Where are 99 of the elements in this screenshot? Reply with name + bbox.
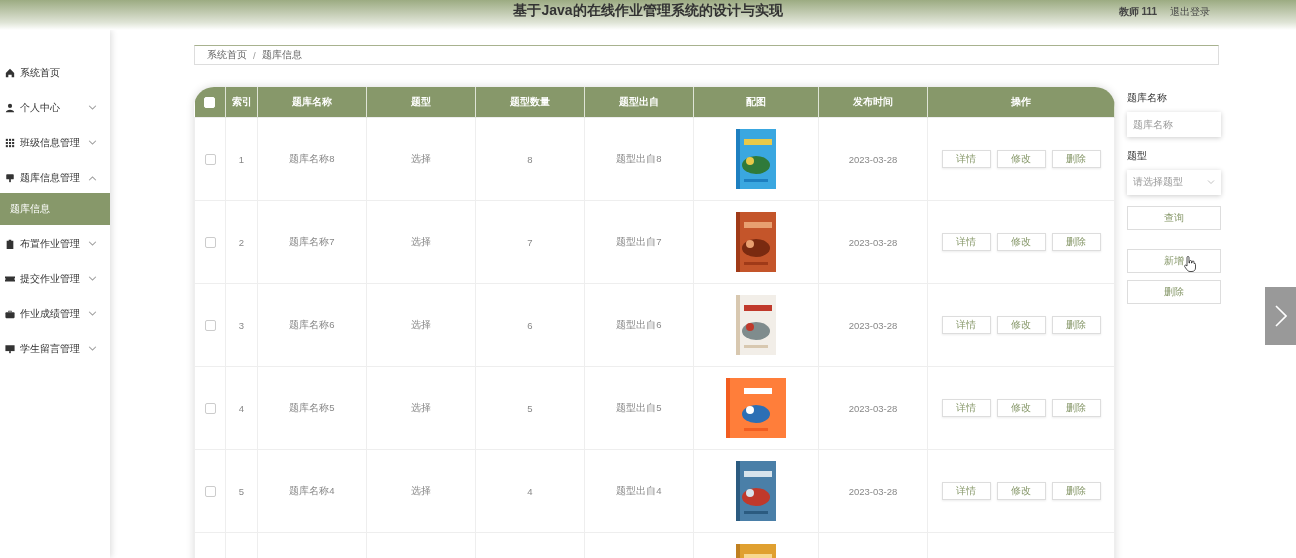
- sign-icon: [5, 172, 15, 183]
- table-cell: 题库名称4: [289, 484, 335, 496]
- field-label: 题型: [1127, 150, 1148, 163]
- table-cell: 题库名称8: [289, 152, 335, 164]
- action-button[interactable]: 删除: [1051, 233, 1101, 251]
- column-header: 题型出自: [619, 95, 659, 107]
- action-button[interactable]: 删除: [1051, 482, 1101, 500]
- clipboard-icon: [5, 238, 15, 249]
- next-button[interactable]: [1265, 287, 1296, 345]
- sidebar-item[interactable]: 作业成绩管理: [0, 296, 110, 331]
- table-cell: 题库名称7: [289, 235, 335, 247]
- date-cell: 2023-03-28: [848, 153, 898, 165]
- select-all-checkbox[interactable]: [204, 97, 216, 108]
- table-cell: 题库名称6: [289, 318, 335, 330]
- action-button[interactable]: 删除: [1051, 399, 1101, 417]
- index-cell: 5: [238, 485, 245, 497]
- table-cell: 5: [527, 402, 533, 414]
- column-header: 索引: [231, 95, 252, 107]
- row-checkbox[interactable]: [204, 403, 216, 414]
- table-cell: 题型出自5: [616, 401, 662, 413]
- search-button[interactable]: 查询: [1127, 206, 1221, 230]
- action-button[interactable]: 详情: [941, 316, 991, 334]
- table-cell: 选择: [411, 235, 431, 247]
- column-header: 发布时间: [853, 95, 893, 107]
- column-header: 配图: [746, 95, 766, 107]
- date-cell: 2023-03-28: [848, 236, 898, 248]
- table-cell: 8: [527, 153, 533, 165]
- delete-button[interactable]: 删除: [1127, 280, 1221, 304]
- table-cell: 7: [527, 236, 533, 248]
- sidebar-item[interactable]: 个人中心: [0, 90, 110, 125]
- column-header: 题型: [411, 95, 431, 107]
- date-cell: 2023-03-28: [848, 402, 898, 414]
- action-button[interactable]: 修改: [996, 150, 1046, 168]
- breadcrumb-item[interactable]: 题库信息: [261, 48, 302, 62]
- logout-link[interactable]: 退出登录: [1170, 5, 1210, 19]
- monitor-icon: [5, 343, 15, 354]
- row-checkbox[interactable]: [204, 320, 216, 331]
- chevron-down-icon: [88, 345, 97, 352]
- action-button[interactable]: 删除: [1051, 150, 1101, 168]
- field-label: 题库名称: [1127, 92, 1168, 105]
- chevron-down-icon: [1207, 180, 1215, 185]
- sidebar-item[interactable]: 布置作业管理: [0, 226, 110, 261]
- table-cell: 题库名称5: [289, 401, 335, 413]
- sidebar-item[interactable]: 题库信息管理: [0, 160, 110, 195]
- sidebar-subitem[interactable]: 题库信息: [0, 193, 110, 225]
- table-cell: 选择: [411, 318, 431, 330]
- action-button[interactable]: 删除: [1051, 316, 1101, 334]
- action-button[interactable]: 修改: [996, 482, 1046, 500]
- action-button[interactable]: 修改: [996, 233, 1046, 251]
- index-cell: 3: [238, 319, 245, 331]
- sidebar-item[interactable]: 提交作业管理: [0, 261, 110, 296]
- user-icon: [5, 102, 15, 113]
- table-cell: 题型出自8: [616, 152, 662, 164]
- chevron-down-icon: [88, 104, 97, 111]
- chevron-down-icon: [88, 275, 97, 282]
- table-cell: 题型出自7: [616, 235, 662, 247]
- action-button[interactable]: 详情: [941, 150, 991, 168]
- column-header: 题型数量: [510, 95, 550, 107]
- index-cell: 2: [238, 236, 245, 248]
- table-cell: 选择: [411, 152, 431, 164]
- table-cell: 6: [527, 319, 533, 331]
- input-field[interactable]: 题库名称: [1127, 112, 1221, 137]
- breadcrumb-separator: /: [253, 49, 256, 61]
- column-header: 题库名称: [292, 95, 332, 107]
- action-button[interactable]: 详情: [941, 482, 991, 500]
- sidebar-item[interactable]: 学生留言管理: [0, 331, 110, 366]
- select-field[interactable]: 请选择题型: [1127, 170, 1221, 195]
- home-icon: [5, 67, 15, 78]
- add-button[interactable]: 新增: [1127, 249, 1221, 273]
- column-header: 操作: [1011, 95, 1031, 107]
- sidebar-item[interactable]: 班级信息管理: [0, 125, 110, 160]
- action-button[interactable]: 修改: [996, 316, 1046, 334]
- row-checkbox[interactable]: [204, 154, 216, 165]
- action-button[interactable]: 修改: [996, 399, 1046, 417]
- action-button[interactable]: 详情: [941, 233, 991, 251]
- row-checkbox[interactable]: [204, 237, 216, 248]
- chevron-down-icon: [88, 240, 97, 247]
- table-cell: 选择: [411, 484, 431, 496]
- index-cell: 4: [238, 402, 245, 414]
- grid-icon: [5, 137, 15, 148]
- breadcrumb-item[interactable]: 系统首页: [207, 48, 247, 62]
- sidebar-item[interactable]: 系统首页: [0, 55, 110, 90]
- table-cell: 4: [527, 485, 533, 497]
- briefcase-icon: [5, 308, 15, 319]
- chevron-up-icon: [88, 174, 97, 181]
- chevron-right-icon: [1274, 305, 1287, 327]
- row-checkbox[interactable]: [204, 486, 216, 497]
- hand-cursor-icon: [1184, 256, 1196, 272]
- table-cell: 题型出自4: [616, 484, 662, 496]
- index-cell: 1: [238, 153, 245, 165]
- app-title: 基于Java的在线作业管理系统的设计与实现: [513, 2, 783, 20]
- date-cell: 2023-03-28: [848, 485, 898, 497]
- user-label: 教师 111: [1118, 5, 1157, 19]
- chevron-down-icon: [88, 139, 97, 146]
- table-cell: 选择: [411, 401, 431, 413]
- chevron-down-icon: [88, 310, 97, 317]
- action-button[interactable]: 详情: [941, 399, 991, 417]
- date-cell: 2023-03-28: [848, 319, 898, 331]
- table-cell: 题型出自6: [616, 318, 662, 330]
